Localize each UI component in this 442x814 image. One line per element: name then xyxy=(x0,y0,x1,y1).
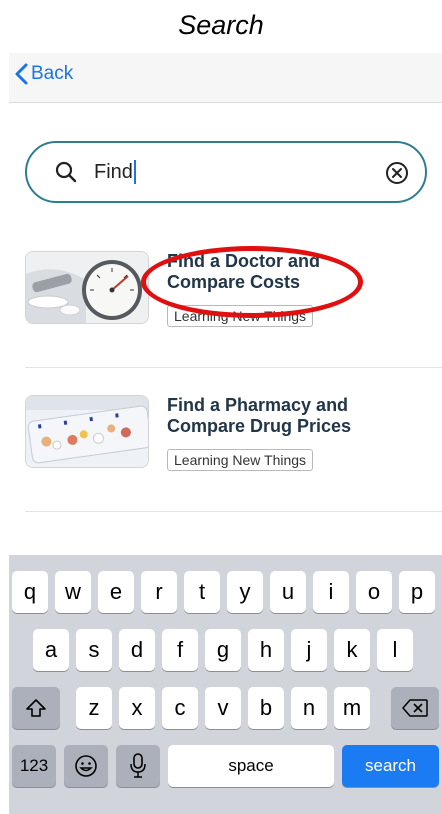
keyboard-row-3: z x c v b n m xyxy=(9,687,442,729)
key-g[interactable]: g xyxy=(205,629,241,671)
key-e[interactable]: e xyxy=(98,571,134,613)
result-title-line1: Find a Pharmacy and xyxy=(167,395,349,415)
chevron-left-icon xyxy=(15,63,28,85)
key-b[interactable]: b xyxy=(248,687,284,729)
search-key[interactable]: search xyxy=(342,745,439,787)
back-label: Back xyxy=(31,63,74,84)
emoji-key[interactable] xyxy=(64,745,108,787)
category-tag[interactable]: Learning New Things xyxy=(167,449,314,471)
key-t[interactable]: t xyxy=(184,571,220,613)
key-v[interactable]: v xyxy=(205,687,241,729)
key-s[interactable]: s xyxy=(76,629,112,671)
search-field[interactable]: Find xyxy=(25,141,427,203)
result-title-line2: Compare Drug Prices xyxy=(167,416,352,436)
screenshot-caption: Search xyxy=(178,9,264,40)
key-f[interactable]: f xyxy=(162,629,198,671)
navigation-bar: Back xyxy=(9,53,442,103)
phone-screen: Back Find Find a Doctor and Compare Cost… xyxy=(9,53,442,814)
microphone-icon xyxy=(130,753,146,778)
emoji-icon xyxy=(75,755,97,777)
pill-organizer-thumbnail xyxy=(25,395,149,468)
key-a[interactable]: a xyxy=(33,629,69,671)
key-h[interactable]: h xyxy=(248,629,284,671)
search-input[interactable]: Find xyxy=(94,160,136,184)
key-u[interactable]: u xyxy=(270,571,306,613)
keyboard-row-1: q w e r t y u i o p xyxy=(9,571,442,613)
key-y[interactable]: y xyxy=(227,571,263,613)
key-r[interactable]: r xyxy=(141,571,177,613)
keyboard-row-4: 123 space search xyxy=(9,745,442,787)
result-item[interactable]: Find a Pharmacy and Compare Drug Prices … xyxy=(25,395,442,512)
shift-key[interactable] xyxy=(12,687,60,729)
keyboard-row-2: a s d f g h j k l xyxy=(9,629,442,671)
clear-icon[interactable] xyxy=(385,161,409,185)
text-cursor xyxy=(133,160,136,184)
key-o[interactable]: o xyxy=(356,571,392,613)
key-i[interactable]: i xyxy=(313,571,349,613)
key-d[interactable]: d xyxy=(119,629,155,671)
key-p[interactable]: p xyxy=(399,571,435,613)
key-q[interactable]: q xyxy=(12,571,48,613)
key-x[interactable]: x xyxy=(119,687,155,729)
shift-icon xyxy=(26,699,46,717)
red-annotation-circle xyxy=(141,246,363,318)
delete-key[interactable] xyxy=(391,687,439,729)
space-key[interactable]: space xyxy=(168,745,334,787)
result-title[interactable]: Find a Pharmacy and Compare Drug Prices xyxy=(167,395,437,437)
on-screen-keyboard: q w e r t y u i o p a s d f g h j k l z … xyxy=(9,555,442,814)
key-z[interactable]: z xyxy=(76,687,112,729)
key-n[interactable]: n xyxy=(291,687,327,729)
key-c[interactable]: c xyxy=(162,687,198,729)
search-icon xyxy=(55,161,77,183)
dictation-key[interactable] xyxy=(116,745,160,787)
search-input-value: Find xyxy=(94,160,133,183)
key-w[interactable]: w xyxy=(55,571,91,613)
key-m[interactable]: m xyxy=(334,687,370,729)
numbers-key[interactable]: 123 xyxy=(12,745,56,787)
back-button[interactable]: Back xyxy=(15,63,73,85)
blood-pressure-gauge-thumbnail xyxy=(25,251,149,324)
key-k[interactable]: k xyxy=(334,629,370,671)
backspace-icon xyxy=(402,699,428,717)
key-l[interactable]: l xyxy=(377,629,413,671)
key-j[interactable]: j xyxy=(291,629,327,671)
